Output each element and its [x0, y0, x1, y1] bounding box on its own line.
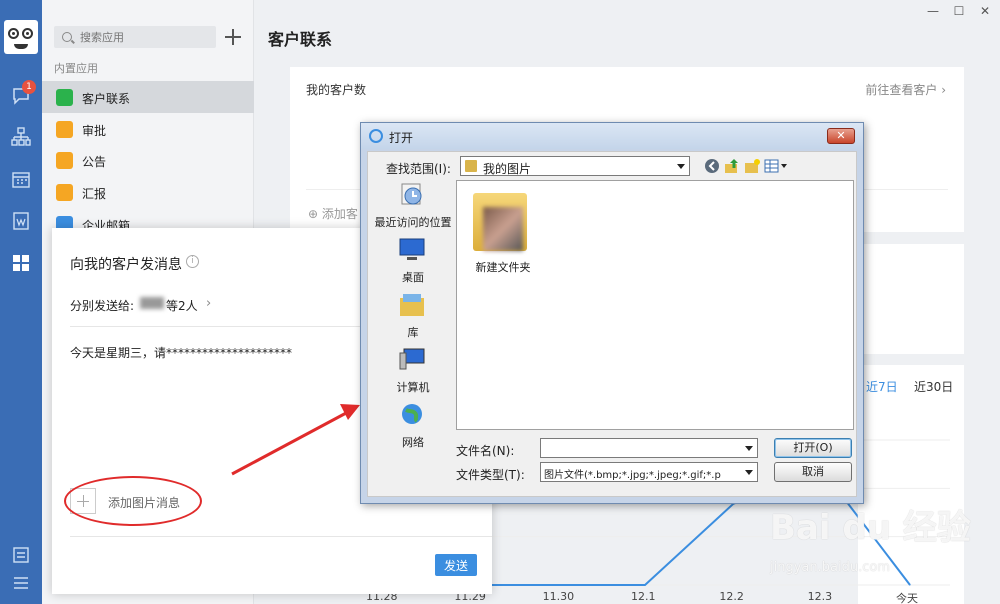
- calendar-icon[interactable]: [11, 170, 31, 190]
- x-tick-label: 12.3: [807, 590, 833, 603]
- sidebar-item-approval[interactable]: 审批: [42, 113, 254, 145]
- message-text[interactable]: 今天是星期三，请*********************: [70, 344, 292, 361]
- sidebar-item-label: 客户联系: [82, 92, 131, 106]
- send-to-label: 分别发送给:: [70, 299, 135, 313]
- document-icon[interactable]: [11, 211, 31, 231]
- nav-rail: 1: [0, 0, 42, 604]
- chat-bubble-icon: [56, 89, 73, 106]
- sidebar-item-report[interactable]: 汇报: [42, 176, 254, 208]
- place-label: 计算机: [396, 381, 430, 394]
- stats-card: [858, 244, 964, 354]
- view-customers-link[interactable]: 前往查看客户 ›: [865, 81, 946, 98]
- minimize-button[interactable]: —: [926, 4, 940, 18]
- filename-input[interactable]: [540, 438, 758, 458]
- look-in-label: 查找范围(I):: [386, 162, 451, 176]
- new-folder-icon[interactable]: [744, 158, 760, 174]
- range-7-days-tab[interactable]: 近7日: [866, 378, 898, 395]
- cancel-button[interactable]: 取消: [774, 462, 852, 482]
- places-bar: 最近访问的位置 桌面 库 计算机 网络: [374, 180, 452, 498]
- card-title: 我的客户数: [306, 83, 367, 97]
- data-point: [644, 584, 646, 586]
- look-in-value: 我的图片: [483, 162, 532, 176]
- place-recent[interactable]: 最近访问的位置: [374, 180, 452, 232]
- search-input[interactable]: [80, 29, 210, 45]
- recent-places-icon: [401, 183, 422, 205]
- contacts-org-icon[interactable]: [11, 127, 31, 147]
- chevron-down-icon: [745, 470, 753, 475]
- filetype-label: 文件类型(T):: [456, 468, 525, 482]
- chevron-right-icon[interactable]: ›: [206, 296, 211, 311]
- recipient-name-blurred: [140, 297, 164, 309]
- dialog-close-button[interactable]: ✕: [827, 128, 855, 144]
- send-button[interactable]: 发送: [435, 554, 477, 576]
- section-label: 内置应用: [54, 62, 98, 75]
- sidebar-item-label: 审批: [82, 124, 107, 138]
- app-icon: [369, 129, 383, 143]
- range-30-days-tab[interactable]: 近30日: [914, 378, 953, 395]
- chevron-down-icon: [677, 164, 685, 169]
- data-point: [909, 584, 911, 586]
- folder-item[interactable]: 新建文件夹: [471, 187, 535, 283]
- search-icon: [62, 32, 72, 42]
- pictures-folder-icon: [465, 160, 477, 172]
- page-title: 客户联系: [268, 30, 333, 49]
- place-network[interactable]: 网络: [374, 400, 452, 452]
- desktop-icon: [399, 238, 425, 260]
- folder-name: 新建文件夹: [475, 261, 531, 274]
- library-icon: [400, 294, 424, 316]
- add-customer-link[interactable]: ⊕ 添加客: [308, 205, 358, 222]
- unread-badge: 1: [22, 80, 36, 94]
- data-point: [556, 584, 558, 586]
- recipient-count[interactable]: 等2人: [166, 297, 198, 314]
- network-globe-icon: [402, 404, 422, 424]
- report-icon: [56, 184, 73, 201]
- computer-icon: [399, 348, 425, 370]
- sidebar-item-announcement[interactable]: 公告: [42, 144, 254, 176]
- place-label: 库: [407, 326, 419, 339]
- place-label: 最近访问的位置: [374, 216, 452, 229]
- menu-icon[interactable]: [11, 573, 31, 593]
- apps-grid-icon[interactable]: [11, 253, 31, 273]
- stamp-icon: [56, 121, 73, 138]
- close-window-button[interactable]: ✕: [978, 4, 992, 18]
- app-logo: [4, 20, 38, 54]
- filetype-select[interactable]: 图片文件(*.bmp;*.jpg;*.jpeg;*.gif;*.p: [540, 462, 758, 482]
- up-folder-icon[interactable]: [724, 158, 740, 174]
- compose-title: 向我的客户发消息: [70, 257, 182, 273]
- place-desktop[interactable]: 桌面: [374, 235, 452, 287]
- sidebar-item-label: 公告: [82, 155, 107, 169]
- dialog-titlebar[interactable]: 打开 ✕: [361, 123, 863, 149]
- chevron-down-icon[interactable]: [745, 446, 753, 451]
- sidebar-item-label: 汇报: [82, 187, 107, 201]
- x-tick-label: 12.2: [719, 590, 744, 603]
- back-icon[interactable]: [704, 158, 720, 174]
- look-in-select[interactable]: 我的图片: [460, 156, 690, 176]
- sidebar-item-customer-contact[interactable]: 客户联系: [42, 81, 254, 113]
- annotation-ellipse: [64, 476, 202, 526]
- x-tick-label: 11.30: [542, 590, 575, 603]
- view-menu-icon[interactable]: [764, 158, 788, 174]
- filename-label: 文件名(N):: [456, 444, 515, 458]
- x-tick-label: 今天: [896, 592, 918, 604]
- file-list[interactable]: 新建文件夹: [456, 180, 854, 430]
- x-tick-label: 12.1: [631, 590, 656, 603]
- open-button[interactable]: 打开(O): [774, 438, 852, 458]
- watermark-url: jingyan.baidu.com: [770, 560, 890, 575]
- dialog-title: 打开: [389, 131, 414, 145]
- settings-sliders-icon[interactable]: [11, 545, 31, 565]
- megaphone-icon: [56, 152, 73, 169]
- place-label: 网络: [402, 436, 424, 449]
- open-file-dialog: 打开 ✕ 查找范围(I): 我的图片 最近访问的位置 桌面 库 计算机 网络 新…: [360, 122, 864, 504]
- place-label: 桌面: [402, 271, 424, 284]
- watermark-logo: Bai du 经验: [770, 508, 971, 548]
- search-box[interactable]: [54, 26, 216, 48]
- place-computer[interactable]: 计算机: [374, 345, 452, 397]
- place-library[interactable]: 库: [374, 290, 452, 342]
- info-icon[interactable]: i: [186, 255, 199, 268]
- maximize-button[interactable]: ☐: [952, 4, 966, 18]
- add-app-plus-icon[interactable]: [224, 28, 242, 46]
